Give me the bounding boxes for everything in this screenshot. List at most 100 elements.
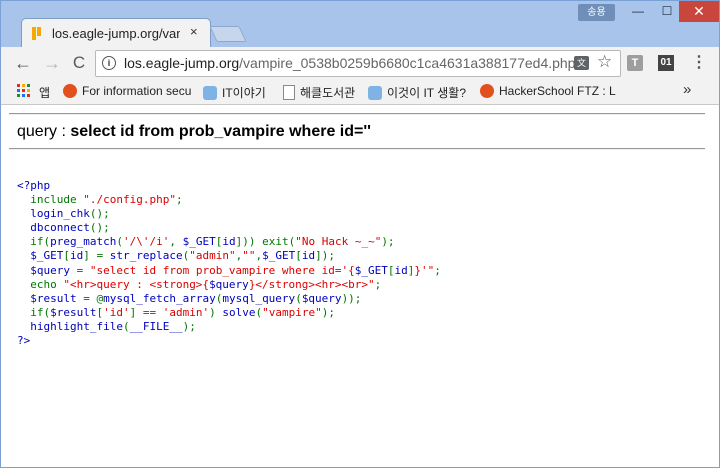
- code-token: "select id from prob_vampire where id='{: [89, 263, 355, 277]
- code-token: }</strong><hr><br>": [248, 277, 375, 291]
- code-token: $_GET: [262, 249, 296, 263]
- tab-close-icon[interactable]: ×: [190, 24, 198, 39]
- code-token: $_GET: [17, 249, 64, 263]
- code-token: "": [242, 249, 256, 263]
- tab-active[interactable]: los.eagle-jump.org/vampire ×: [21, 18, 211, 48]
- code-token: ;: [374, 277, 382, 291]
- bookmarks-bar: 앱 For information secu IT이야기 해클도서관 이것이 I…: [1, 79, 719, 105]
- page-content: query : select id from prob_vampire wher…: [1, 105, 719, 467]
- bookmark-item[interactable]: 이것이 IT 생활?: [368, 84, 466, 101]
- code-token: solve: [222, 305, 256, 319]
- code-token: include: [17, 193, 84, 207]
- code-token: str_replace: [109, 249, 183, 263]
- code-token: $query: [209, 277, 249, 291]
- code-token: ] =: [83, 249, 110, 263]
- code-token: $query: [301, 291, 342, 305]
- code-token: if: [17, 305, 44, 319]
- query-output: query : select id from prob_vampire wher…: [17, 123, 371, 141]
- code-token: $_GET: [182, 235, 216, 249]
- bookmark-favicon-icon: [63, 84, 77, 98]
- code-token: "./config.php": [83, 193, 176, 207]
- code-token: $result: [17, 291, 84, 305]
- code-token: ;: [434, 263, 441, 277]
- bookmarks-more-icon[interactable]: »: [683, 81, 691, 98]
- toolbar: ← → C i los.eagle-jump.org/vampire_0538b…: [1, 47, 719, 79]
- code-token: ;: [175, 193, 183, 207]
- translate-icon[interactable]: 文: [574, 56, 589, 70]
- code-token: 'admin': [162, 305, 210, 319]
- bookmark-label: For information secu: [82, 84, 192, 98]
- code-token: );: [381, 235, 395, 249]
- bookmark-star-icon[interactable]: ☆: [597, 52, 612, 72]
- address-bar[interactable]: i los.eagle-jump.org/vampire_0538b0259b6…: [95, 50, 621, 77]
- bookmark-favicon-icon: [480, 84, 494, 98]
- code-token: <?php: [17, 179, 51, 192]
- code-token: ): [209, 305, 223, 319]
- browser-window: 송용 — ☐ ✕ los.eagle-jump.org/vampire × ← …: [0, 0, 720, 468]
- bookmark-label: 이것이 IT 생활?: [387, 86, 466, 100]
- code-token: ();: [89, 207, 110, 221]
- code-token: ]);: [315, 249, 335, 263]
- code-token: }'": [414, 263, 435, 277]
- minimize-button[interactable]: —: [623, 1, 653, 22]
- extension-01-icon[interactable]: 01: [658, 55, 674, 71]
- browser-menu-icon[interactable]: ⋮: [691, 52, 707, 72]
- query-sql: select id from prob_vampire where id='': [70, 123, 371, 140]
- bookmark-apps[interactable]: 앱: [39, 84, 50, 101]
- user-badge[interactable]: 송용: [578, 4, 615, 21]
- divider: [9, 148, 705, 150]
- apps-grid-icon[interactable]: [17, 84, 30, 97]
- code-token: id: [222, 235, 236, 249]
- code-token: $query: [17, 263, 77, 277]
- divider: [9, 113, 705, 115]
- page-icon: [283, 85, 295, 100]
- bookmark-favicon-icon: [203, 86, 217, 100]
- code-token: [: [387, 263, 395, 277]
- php-source-code: <?php include "./config.php"; login_chk(…: [17, 179, 441, 348]
- bookmark-item[interactable]: IT이야기: [203, 84, 266, 101]
- bookmark-item[interactable]: HackerSchool FTZ : L: [480, 84, 616, 98]
- code-token: ])): [235, 235, 263, 249]
- code-token: highlight_file: [17, 319, 123, 333]
- code-token: [: [63, 249, 70, 263]
- code-token: preg_match: [50, 235, 117, 249]
- code-token: (: [116, 235, 123, 249]
- bookmark-item[interactable]: 해클도서관: [283, 84, 355, 101]
- code-token: "No Hack ~_~": [295, 235, 382, 249]
- bookmark-item[interactable]: For information secu: [63, 84, 191, 98]
- code-token: mysql_query: [222, 291, 296, 305]
- code-token: login_chk: [17, 207, 90, 221]
- code-token: 'id': [103, 305, 130, 319]
- code-token: id: [69, 249, 84, 263]
- reload-button[interactable]: C: [68, 52, 90, 74]
- code-token: ] ==: [129, 305, 163, 319]
- tab-title: los.eagle-jump.org/vampire: [52, 26, 180, 41]
- code-token: ));: [341, 291, 362, 305]
- code-token: );: [321, 305, 335, 319]
- site-favicon-icon: [32, 27, 42, 40]
- code-token: "<hr>query : <strong>{: [63, 277, 210, 291]
- bookmark-label: HackerSchool FTZ : L: [499, 84, 616, 98]
- code-token: if: [17, 235, 44, 249]
- close-window-button[interactable]: ✕: [679, 1, 719, 22]
- maximize-button[interactable]: ☐: [652, 1, 682, 22]
- code-token: (: [122, 319, 130, 333]
- code-token: =: [76, 263, 90, 277]
- extension-t-icon[interactable]: T: [627, 55, 643, 71]
- code-token: '/\'/i': [122, 235, 170, 249]
- code-token: $_GET: [354, 263, 388, 277]
- url-text[interactable]: los.eagle-jump.org/vampire_0538b0259b668…: [124, 55, 575, 71]
- code-token: = @: [83, 291, 104, 305]
- forward-button[interactable]: →: [41, 52, 63, 74]
- code-token: exit: [262, 235, 289, 249]
- code-token: id: [394, 263, 408, 277]
- code-token: mysql_fetch_array: [103, 291, 216, 305]
- bookmark-label: IT이야기: [222, 86, 266, 100]
- site-info-icon[interactable]: i: [102, 56, 116, 70]
- code-token: );: [182, 319, 196, 333]
- new-tab-button[interactable]: [209, 26, 247, 42]
- code-token: $result: [50, 305, 97, 319]
- code-token: __FILE__: [129, 319, 183, 333]
- back-button[interactable]: ←: [12, 52, 34, 74]
- code-token: "vampire": [262, 305, 322, 319]
